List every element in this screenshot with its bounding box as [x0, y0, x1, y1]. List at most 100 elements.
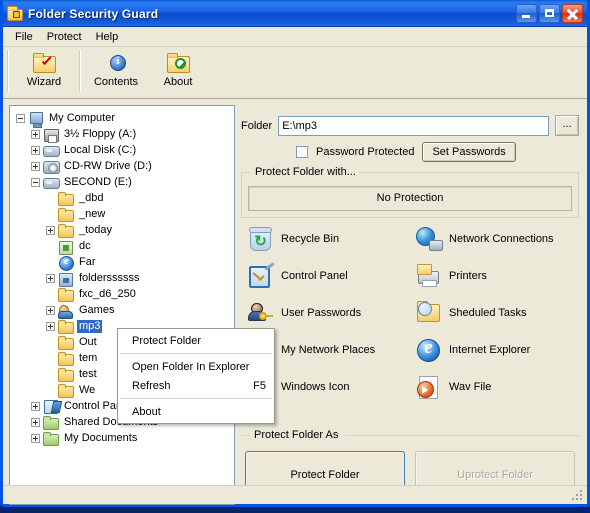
tree-node-label: CD-RW Drive (D:) — [62, 160, 154, 173]
protection-option[interactable]: Internet Explorer — [415, 337, 579, 363]
protection-option[interactable]: Network Connections — [415, 226, 579, 252]
recycle-bin-icon — [247, 226, 273, 252]
expand-icon[interactable] — [46, 322, 55, 331]
tree-spacer — [46, 258, 55, 267]
tree-node[interactable]: fxc_d6_250 — [10, 286, 234, 302]
tree-node-label: _today — [77, 224, 114, 237]
tree-node[interactable]: _dbd — [10, 190, 234, 206]
tree-node[interactable]: Far — [10, 254, 234, 270]
context-menu-item[interactable]: About — [118, 402, 274, 421]
close-button[interactable] — [562, 4, 583, 23]
context-menu-separator — [120, 398, 272, 399]
tree-node[interactable]: Games — [10, 302, 234, 318]
tree-node[interactable]: CD-RW Drive (D:) — [10, 158, 234, 174]
tree-node-label: fxc_d6_250 — [77, 288, 138, 301]
password-protected-checkbox[interactable] — [296, 146, 308, 158]
tree-spacer — [46, 210, 55, 219]
toolbar-contents-label: Contents — [94, 76, 138, 88]
tree-node[interactable]: dc — [10, 238, 234, 254]
tree-spacer — [46, 242, 55, 251]
tree-node[interactable]: My Computer — [10, 110, 234, 126]
maximize-button[interactable] — [539, 4, 560, 23]
tree-node-label: Games — [77, 304, 116, 317]
context-menu-item[interactable]: Open Folder In Explorer — [118, 357, 274, 376]
protection-option[interactable]: Wav File — [415, 374, 579, 400]
window-title: Folder Security Guard — [28, 7, 516, 21]
menu-file[interactable]: File — [8, 29, 40, 45]
folder-check-icon — [32, 52, 56, 74]
password-row: Password Protected Set Passwords — [296, 142, 579, 162]
internet-explorer-icon — [415, 337, 441, 363]
resize-grip[interactable] — [572, 490, 583, 501]
context-menu-item-label: Refresh — [132, 380, 171, 392]
harddisk-icon — [43, 175, 59, 190]
context-menu-item[interactable]: RefreshF5 — [118, 376, 274, 395]
wav-file-icon — [415, 374, 441, 400]
expand-icon[interactable] — [46, 226, 55, 235]
folder-icon — [58, 335, 74, 350]
expand-icon[interactable] — [46, 274, 55, 283]
context-menu-separator — [120, 353, 272, 354]
toolbar-contents-button[interactable]: Contents — [85, 50, 147, 88]
folder-green-icon — [43, 415, 59, 430]
tree-node-label: Far — [77, 256, 98, 269]
expand-icon[interactable] — [46, 306, 55, 315]
context-menu-item-label: Protect Folder — [132, 335, 201, 347]
tree-context-menu[interactable]: Protect FolderOpen Folder In ExplorerRef… — [117, 328, 275, 424]
tree-node[interactable]: SECOND (E:) — [10, 174, 234, 190]
tree-node[interactable]: _new — [10, 206, 234, 222]
menu-help[interactable]: Help — [89, 29, 126, 45]
status-bar — [3, 485, 587, 504]
tree-node[interactable]: _today — [10, 222, 234, 238]
tree-node-label: _new — [77, 208, 107, 221]
tree-spacer — [46, 370, 55, 379]
folder-prohibited-icon — [166, 52, 190, 74]
minimize-button[interactable] — [516, 4, 537, 23]
tree-node[interactable]: 3½ Floppy (A:) — [10, 126, 234, 142]
menu-protect[interactable]: Protect — [40, 29, 89, 45]
folder-tree-panel[interactable]: My Computer 3½ Floppy (A:) Local Disk (C:)… — [9, 105, 235, 505]
protection-option[interactable]: Sheduled Tasks — [415, 300, 579, 326]
folder-green-icon — [43, 431, 59, 446]
folder-input[interactable]: E:\mp3 — [278, 116, 549, 136]
tree-node-label: 3½ Floppy (A:) — [62, 128, 138, 141]
context-menu-item[interactable]: Protect Folder — [118, 331, 274, 350]
set-passwords-button[interactable]: Set Passwords — [422, 142, 515, 162]
tree-node-label: _dbd — [77, 192, 105, 205]
expand-icon[interactable] — [31, 402, 40, 411]
folder-label: Folder — [241, 120, 272, 132]
toolbar-wizard-button[interactable]: Wizard — [13, 50, 75, 88]
tree-spacer — [46, 290, 55, 299]
browser-icon — [58, 255, 74, 270]
expand-icon[interactable] — [31, 130, 40, 139]
password-protected-label: Password Protected — [316, 146, 414, 158]
tree-node[interactable]: folderssssss — [10, 270, 234, 286]
protection-option[interactable]: Printers — [415, 263, 579, 289]
collapse-icon[interactable] — [31, 178, 40, 187]
tree-node[interactable]: Local Disk (C:) — [10, 142, 234, 158]
protection-option[interactable]: User Passwords — [247, 300, 411, 326]
protection-option[interactable]: Control Panel — [247, 263, 411, 289]
floppy-icon — [43, 127, 59, 142]
expand-icon[interactable] — [31, 162, 40, 171]
tree-node-label: Local Disk (C:) — [62, 144, 138, 157]
browse-button[interactable]: ... — [555, 115, 579, 136]
protection-option-label: Internet Explorer — [449, 344, 530, 356]
expand-icon[interactable] — [31, 418, 40, 427]
toolbar-divider-left — [7, 50, 9, 92]
protection-option-label: Wav File — [449, 381, 491, 393]
expand-icon[interactable] — [31, 434, 40, 443]
protection-option[interactable]: Recycle Bin — [247, 226, 411, 252]
network-connections-icon — [415, 226, 441, 252]
collapse-icon[interactable] — [16, 114, 25, 123]
toolbar-about-button[interactable]: About — [147, 50, 209, 88]
folder-path-row: Folder E:\mp3 ... — [241, 115, 579, 136]
tree-node-label: folderssssss — [77, 272, 142, 285]
protection-listbox[interactable]: No Protection — [248, 186, 572, 211]
harddisk-icon — [43, 143, 59, 158]
expand-icon[interactable] — [31, 146, 40, 155]
protection-option-label: Printers — [449, 270, 487, 282]
protect-with-group-label: Protect Folder with... — [252, 166, 359, 178]
tree-node-label: mp3 — [77, 320, 102, 333]
tree-node[interactable]: My Documents — [10, 430, 234, 446]
